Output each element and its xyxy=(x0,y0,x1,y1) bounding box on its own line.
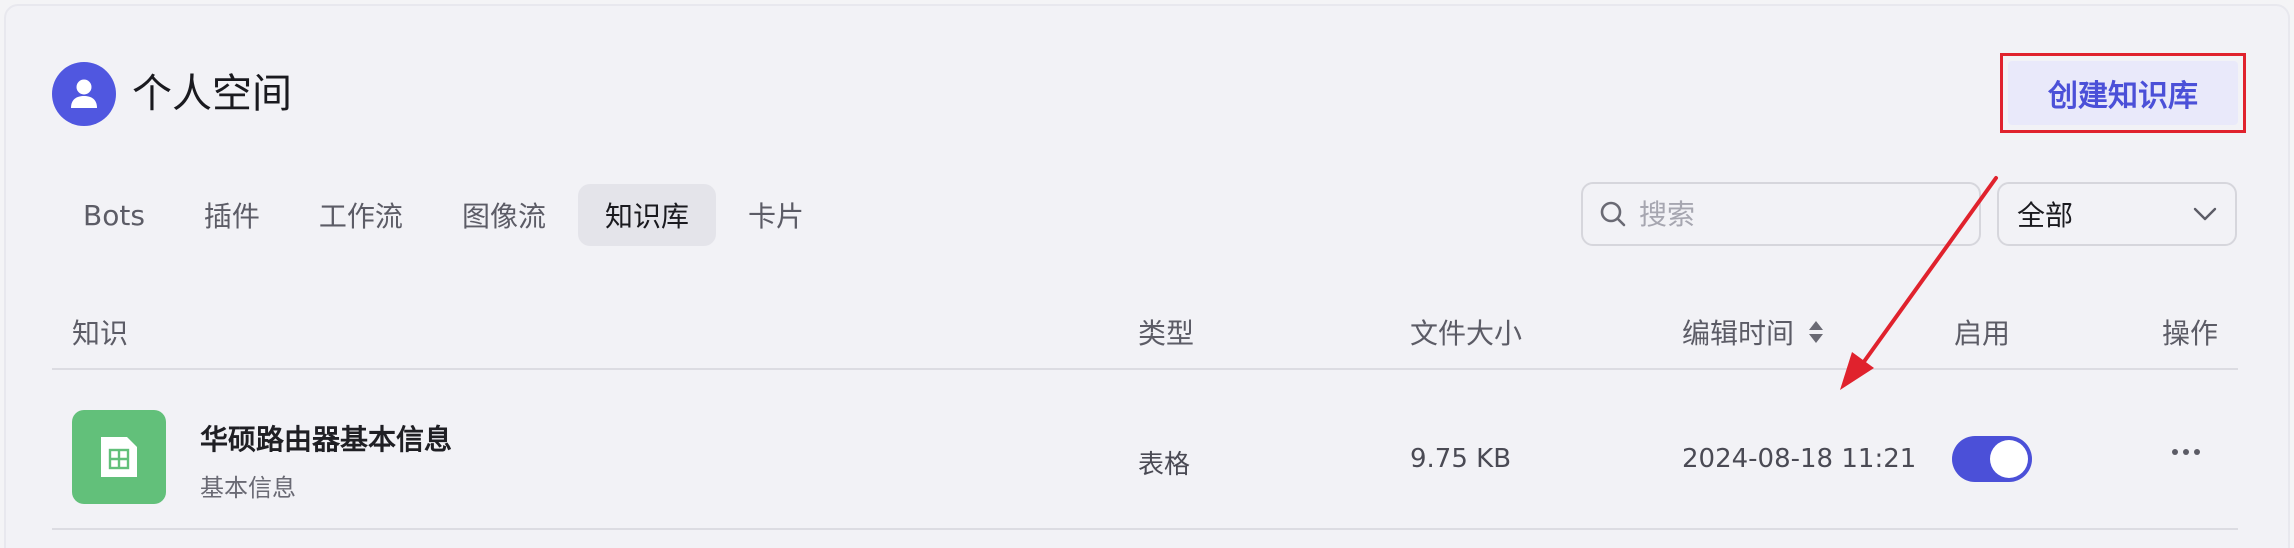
knowledge-size: 9.75 KB xyxy=(1410,444,1512,474)
toggle-knob xyxy=(1990,440,2028,478)
column-header-enabled: 启用 xyxy=(1954,317,2011,350)
column-header-actions: 操作 xyxy=(2162,317,2219,350)
tab-workflow[interactable]: 工作流 xyxy=(292,184,430,246)
more-icon[interactable] xyxy=(2162,432,2210,472)
tab-cards[interactable]: 卡片 xyxy=(721,184,831,246)
knowledge-edit-time: 2024-08-18 11:21 xyxy=(1682,444,1917,474)
tab-bots[interactable]: Bots xyxy=(56,184,172,246)
column-header-type: 类型 xyxy=(1138,317,1195,350)
column-header-edit-time-label: 编辑时间 xyxy=(1682,317,1795,350)
tab-bar: Bots 插件 工作流 图像流 知识库 卡片 xyxy=(56,184,836,246)
more-actions-icon xyxy=(2172,449,2200,455)
tab-knowledge[interactable]: 知识库 xyxy=(577,184,716,246)
table-row[interactable]: 华硕路由器基本信息 基本信息 表格 9.75 KB 2024-08-18 11:… xyxy=(52,372,2238,530)
column-header-size: 文件大小 xyxy=(1410,317,1523,350)
column-header-knowledge: 知识 xyxy=(72,317,129,350)
search-icon xyxy=(1600,201,1626,227)
user-icon xyxy=(71,79,97,108)
knowledge-name[interactable]: 华硕路由器基本信息 xyxy=(200,418,452,458)
search-input[interactable] xyxy=(1639,197,1959,231)
knowledge-type: 表格 xyxy=(1138,450,1191,480)
tab-imageflow[interactable]: 图像流 xyxy=(435,184,573,246)
column-header-edit-time[interactable]: 编辑时间 xyxy=(1682,312,1826,352)
avatar xyxy=(52,62,116,126)
create-knowledge-base-button[interactable]: 创建知识库 xyxy=(2008,61,2238,125)
filter-selected-value: 全部 xyxy=(2017,199,2074,232)
create-button-highlight: 创建知识库 xyxy=(2000,53,2246,133)
knowledge-description: 基本信息 xyxy=(200,474,296,502)
filter-select[interactable]: 全部 xyxy=(1997,182,2237,246)
table-icon xyxy=(101,437,137,477)
search-box xyxy=(1581,182,1981,246)
knowledge-icon xyxy=(72,410,166,504)
sort-icon[interactable] xyxy=(1806,318,1826,346)
page-title: 个人空间 xyxy=(132,71,292,117)
tab-plugins[interactable]: 插件 xyxy=(177,184,287,246)
enable-toggle[interactable] xyxy=(1952,436,2032,482)
chevron-down-icon xyxy=(2193,207,2217,221)
table-header: 知识 类型 文件大小 编辑时间 启用 操作 xyxy=(52,300,2238,370)
